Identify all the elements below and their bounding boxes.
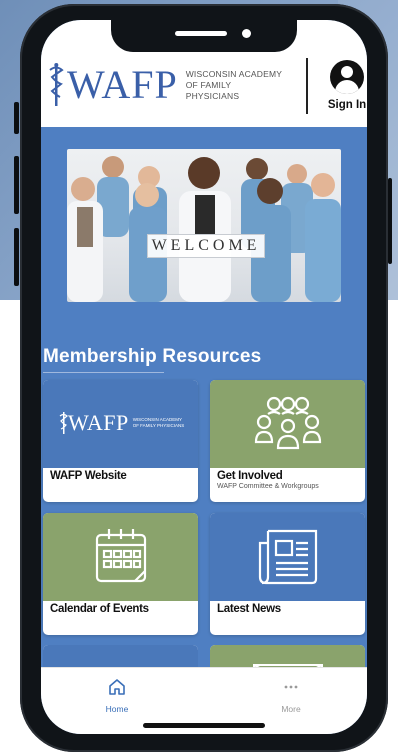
tile-label: Get Involved <box>217 470 283 482</box>
tile-image <box>43 513 198 601</box>
newspaper-icon <box>258 529 318 585</box>
phone-side-button <box>14 156 19 214</box>
tile-label: WAFP Website <box>50 470 127 482</box>
speaker-grille <box>175 31 227 36</box>
caduceus-icon <box>59 412 68 434</box>
welcome-banner: WELCOME <box>147 234 265 258</box>
tile-subtitle: WAFP Committee & Workgroups <box>217 483 319 490</box>
header-divider <box>306 58 308 114</box>
tile-image <box>210 513 365 601</box>
welcome-hero-image: WELCOME <box>67 149 341 302</box>
wafp-logo[interactable]: WAFP WISCONSIN ACADEMY OF FAMILY PHYSICI… <box>47 62 286 108</box>
home-icon <box>109 679 125 695</box>
tile-label: Latest News <box>217 603 281 615</box>
tile-label: Calendar of Events <box>50 603 149 615</box>
app-screen: WAFP WISCONSIN ACADEMY OF FAMILY PHYSICI… <box>41 20 367 734</box>
tile-calendar-of-events[interactable]: Calendar of Events <box>43 513 198 635</box>
tile-get-involved[interactable]: Get Involved WAFP Committee & Workgroups <box>210 380 365 502</box>
tile-image: WAFP WISCONSIN ACADEMY OF FAMILY PHYSICI… <box>43 380 198 468</box>
nav-label: More <box>281 704 301 714</box>
nav-item-more[interactable]: More <box>251 678 331 714</box>
wafp-logo: WAFP WISCONSIN ACADEMY OF FAMILY PHYSICI… <box>59 410 185 436</box>
tile-image <box>210 380 365 468</box>
phone-notch <box>111 18 297 52</box>
phone-side-button <box>14 228 19 286</box>
mini-logo-subtitle: WISCONSIN ACADEMY OF FAMILY PHYSICIANS <box>132 417 185 428</box>
logo-subtitle-line: OF FAMILY PHYSICIANS <box>185 79 240 101</box>
caduceus-icon <box>49 63 64 106</box>
more-icon <box>284 685 298 689</box>
logo-wordmark: WAFP <box>67 62 178 107</box>
mini-logo-wordmark: WAFP <box>68 410 129 435</box>
sign-in-label: Sign In <box>327 99 367 111</box>
tile-wafp-website[interactable]: WAFP WISCONSIN ACADEMY OF FAMILY PHYSICI… <box>43 380 198 502</box>
phone-side-button <box>388 178 392 264</box>
medical-team-illustration <box>67 156 341 302</box>
phone-side-button <box>14 102 19 134</box>
group-icon <box>254 396 322 450</box>
calendar-icon <box>95 529 147 583</box>
logo-subtitle: WISCONSIN ACADEMY OF FAMILY PHYSICIANS <box>186 69 286 102</box>
section-title-underline <box>43 372 164 373</box>
logo-subtitle-line: WISCONSIN ACADEMY <box>185 68 283 79</box>
sign-in-button[interactable]: Sign In <box>325 60 367 111</box>
section-title: Membership Resources <box>43 346 262 367</box>
front-camera <box>242 29 251 38</box>
home-indicator[interactable] <box>143 723 265 728</box>
nav-item-home[interactable]: Home <box>77 678 157 714</box>
nav-label: Home <box>105 704 129 714</box>
tile-latest-news[interactable]: Latest News <box>210 513 365 635</box>
user-avatar-icon <box>330 60 364 94</box>
